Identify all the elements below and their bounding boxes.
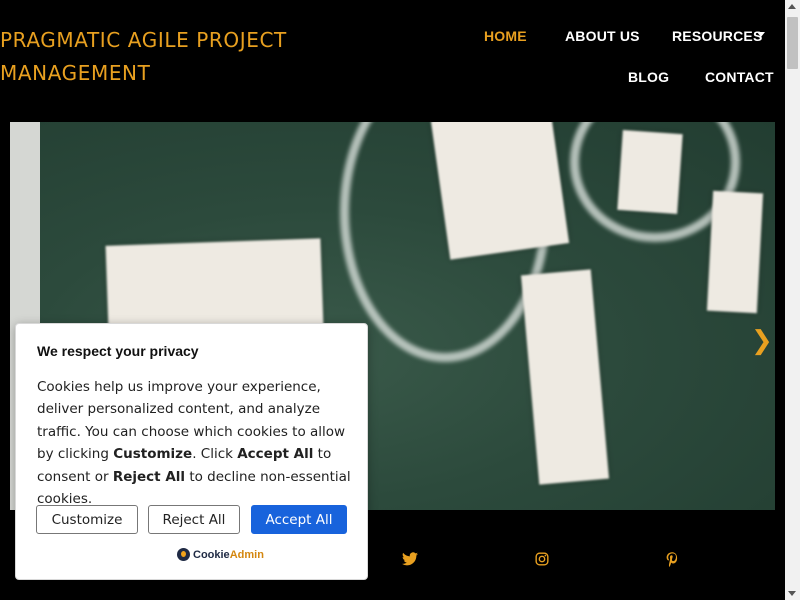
nav-blog[interactable]: BLOG [628,69,669,85]
cookie-consent-dialog: We respect your privacy Cookies help us … [15,323,368,580]
twitter-icon[interactable] [402,552,418,570]
accept-all-button[interactable]: Accept All [251,505,347,534]
instagram-icon[interactable] [535,552,549,570]
hero-sticky-note [520,269,610,485]
cookie-dialog-message: Cookies help us improve your experience,… [37,376,355,510]
cookie-message-customize: Customize [113,446,193,463]
cookieadmin-logo-cookie: Cookie [193,548,230,561]
nav-about-us[interactable]: ABOUT US [565,28,640,44]
hero-note-text: design the [0,0,85,19]
page-scrollbar[interactable] [785,0,800,600]
cookieadmin-logo-text: CookieAdmin [193,549,264,561]
scroll-down-arrow-icon[interactable] [788,591,796,596]
cookieadmin-logo[interactable]: CookieAdmin [177,548,264,561]
site-title[interactable]: PRAGMATIC AGILE PROJECT MANAGEMENT [0,24,360,90]
hero-next-arrow[interactable]: ❯ [751,326,773,356]
nav-home[interactable]: HOME [484,28,527,44]
scroll-thumb[interactable] [787,17,798,69]
scroll-up-arrow-icon[interactable] [788,4,796,9]
hero-sticky-note [706,190,764,314]
nav-resources[interactable]: RESOURCES [672,28,762,44]
chevron-down-icon[interactable] [757,32,765,37]
hero-sticky-note [430,122,570,260]
cookie-icon [177,548,190,561]
customize-button[interactable]: Customize [36,505,138,534]
cookieadmin-logo-admin: Admin [229,548,264,561]
pinterest-icon[interactable] [666,552,678,571]
reject-all-button[interactable]: Reject All [148,505,240,534]
hero-sticky-note [617,130,683,214]
nav-contact[interactable]: CONTACT [705,69,774,85]
cookie-dialog-title: We respect your privacy [37,343,199,359]
cookie-message-text: . Click [192,446,238,463]
cookie-message-reject: Reject All [112,468,186,485]
cookie-message-accept: Accept All [237,446,314,463]
